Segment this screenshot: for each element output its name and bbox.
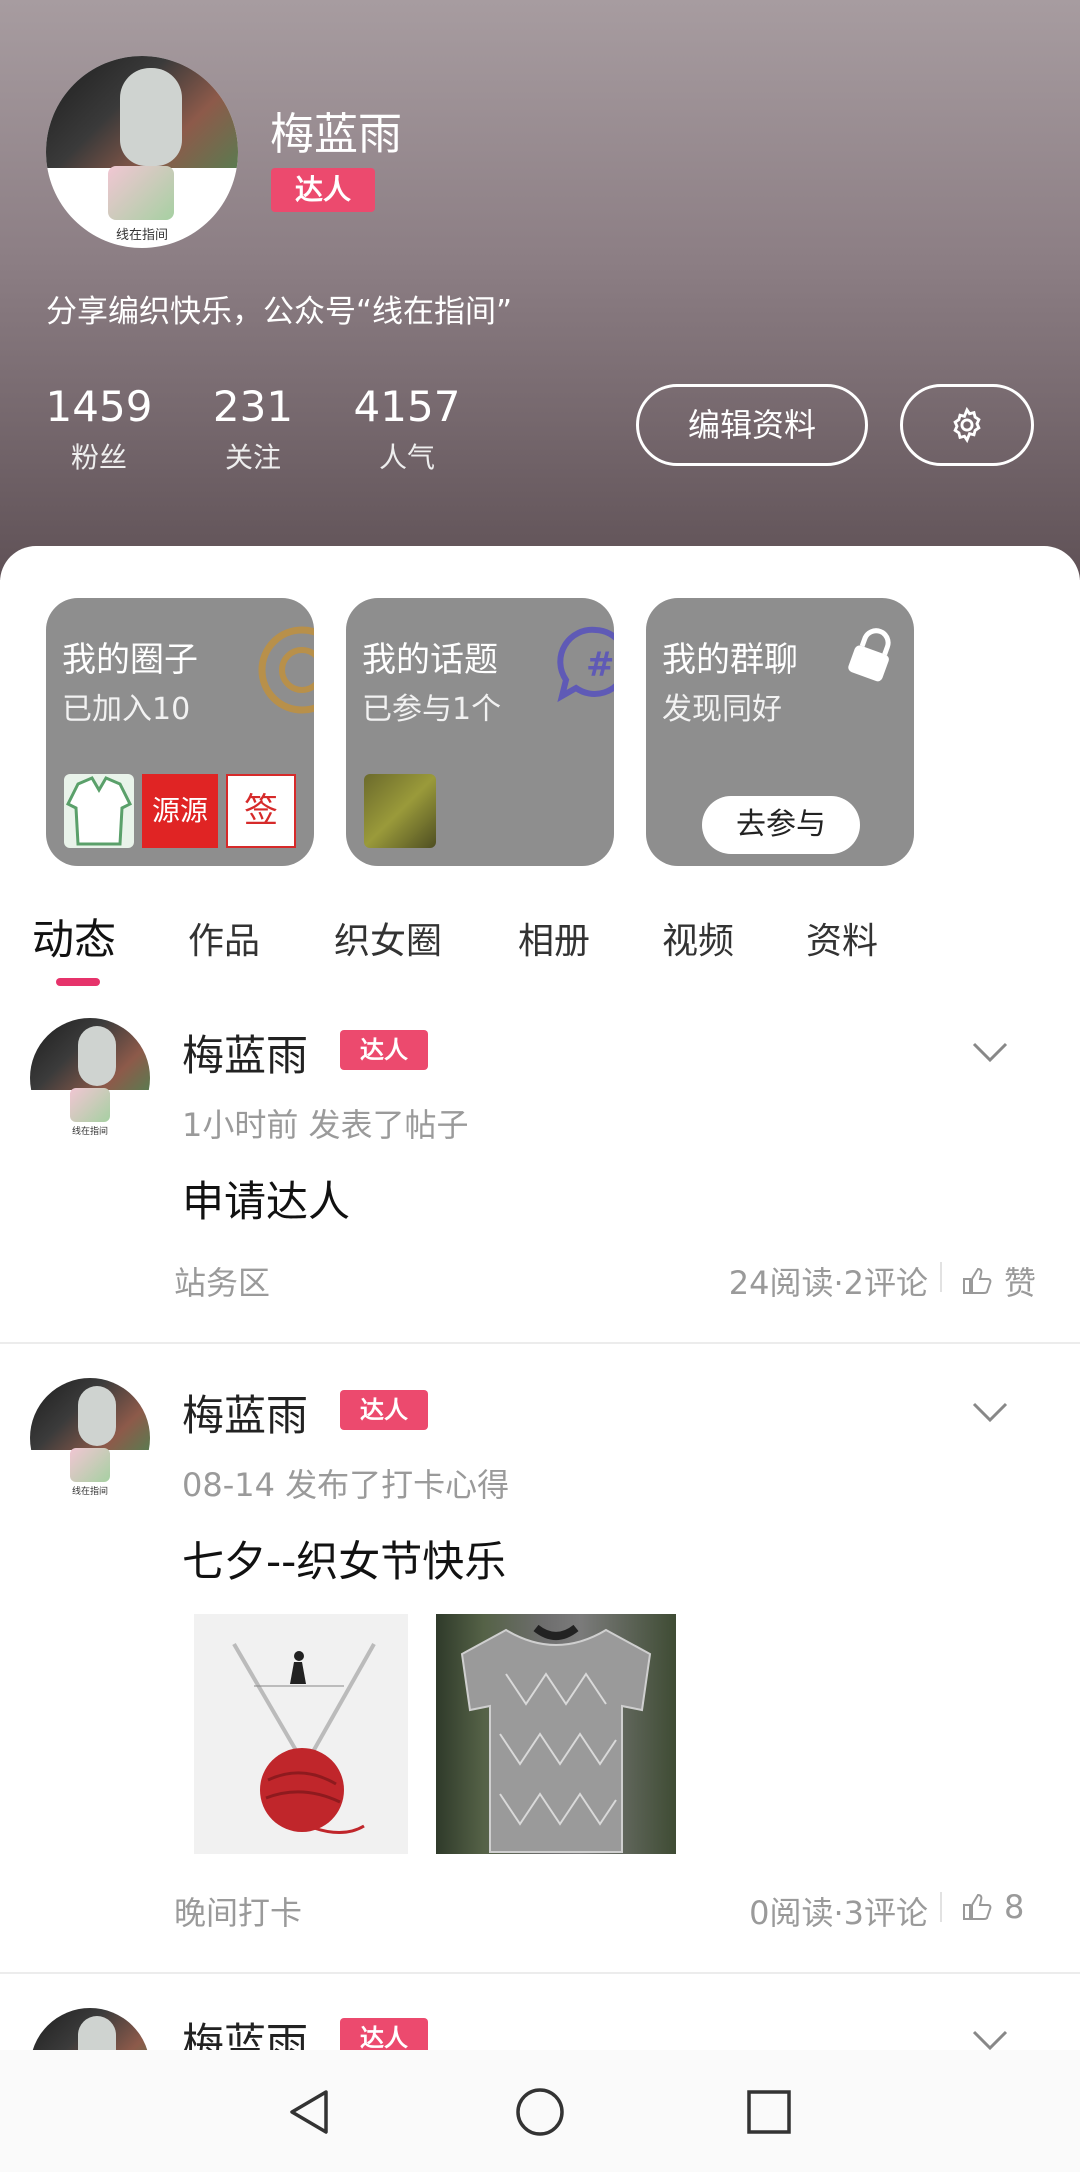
card-subtitle: 已加入10 bbox=[62, 692, 191, 727]
profile-name: 梅蓝雨 bbox=[270, 109, 402, 160]
card-subtitle: 发现同好 bbox=[662, 692, 782, 727]
gear-icon bbox=[953, 406, 981, 444]
active-tab-indicator bbox=[56, 978, 100, 986]
popularity-count: 4157 bbox=[353, 382, 461, 431]
thumb-cardigan bbox=[64, 774, 134, 848]
followers-label: 粉丝 bbox=[70, 441, 127, 474]
back-icon[interactable] bbox=[284, 2086, 334, 2138]
profile-header: 线在指间 梅蓝雨 达人 分享编织快乐，公众号“线在指间” 1459 粉丝 231… bbox=[0, 0, 1080, 580]
thumbs-up-icon bbox=[963, 1267, 992, 1294]
post-category[interactable]: 站务区 bbox=[174, 1258, 270, 1304]
lock-icon bbox=[848, 628, 891, 682]
like-button[interactable]: 8 bbox=[960, 1888, 1024, 1926]
home-icon[interactable] bbox=[514, 2086, 566, 2138]
card-subtitle: 已参与1个 bbox=[362, 692, 502, 727]
settings-button[interactable] bbox=[900, 384, 1034, 466]
thumbs-up-icon bbox=[963, 1893, 992, 1920]
post-image-yarn[interactable] bbox=[194, 1614, 408, 1854]
stat-popularity: 4157 人气 bbox=[332, 382, 482, 476]
card-title: 我的群聊 bbox=[662, 640, 798, 680]
tab-dynamics[interactable]: 动态 bbox=[32, 906, 116, 967]
post-title[interactable]: 七夕--织女节快乐 bbox=[182, 1528, 506, 1589]
expert-badge: 达人 bbox=[271, 168, 375, 212]
stat-followers[interactable]: 1459 粉丝 bbox=[24, 382, 174, 476]
thumb-sign: 签 bbox=[226, 774, 296, 848]
following-label: 关注 bbox=[224, 441, 281, 474]
divider bbox=[940, 1262, 942, 1292]
post-author[interactable]: 梅蓝雨 bbox=[182, 1022, 308, 1083]
following-count: 231 bbox=[212, 382, 294, 431]
avatar-caption: 线在指间 bbox=[115, 228, 168, 243]
avatar-caption: 线在指间 bbox=[71, 1127, 108, 1137]
post-divider bbox=[0, 1342, 1080, 1344]
card-title: 我的话题 bbox=[362, 640, 498, 680]
tab-weaver-circle[interactable]: 织女圈 bbox=[334, 912, 442, 964]
system-nav-bar bbox=[0, 2050, 1080, 2172]
avatar-caption: 线在指间 bbox=[71, 1487, 108, 1497]
post-meta: 1小时前 发表了帖子 bbox=[182, 1106, 469, 1144]
hashtag-chat-icon: # bbox=[557, 626, 614, 703]
like-count: 8 bbox=[1004, 1888, 1025, 1926]
expert-badge: 达人 bbox=[340, 1030, 428, 1070]
tab-works[interactable]: 作品 bbox=[188, 912, 260, 964]
post-title[interactable]: 申请达人 bbox=[182, 1168, 350, 1229]
popularity-label: 人气 bbox=[378, 441, 435, 474]
divider bbox=[940, 1892, 942, 1922]
thumb-yuanyuan: 源源 bbox=[142, 774, 218, 848]
post-avatar[interactable]: 线在指间 bbox=[30, 1378, 150, 1498]
post-meta: 08-14 发布了打卡心得 bbox=[182, 1466, 510, 1504]
tab-album[interactable]: 相册 bbox=[518, 912, 590, 964]
svg-text:#: # bbox=[586, 645, 614, 685]
card-my-groups[interactable]: 我的群聊 发现同好 去参与 bbox=[646, 598, 914, 866]
post-stats: 0阅读·3评论 bbox=[749, 1894, 928, 1932]
expert-badge: 达人 bbox=[340, 1390, 428, 1430]
tab-profile-info[interactable]: 资料 bbox=[806, 912, 878, 964]
stat-following[interactable]: 231 关注 bbox=[178, 382, 328, 476]
card-my-topics[interactable]: 我的话题 已参与1个 # bbox=[346, 598, 614, 866]
profile-bio: 分享编织快乐，公众号“线在指间” bbox=[46, 294, 513, 330]
post-stats: 24阅读·2评论 bbox=[728, 1264, 928, 1302]
chevron-down-icon[interactable] bbox=[970, 1400, 1010, 1424]
recents-icon[interactable] bbox=[744, 2086, 794, 2138]
post-avatar[interactable]: 线在指间 bbox=[30, 1018, 150, 1138]
card-title: 我的圈子 bbox=[62, 640, 198, 680]
edit-profile-button[interactable]: 编辑资料 bbox=[636, 384, 868, 466]
chevron-down-icon[interactable] bbox=[970, 1040, 1010, 1064]
profile-avatar[interactable]: 线在指间 bbox=[46, 56, 238, 248]
post-image-sweater[interactable] bbox=[436, 1614, 676, 1854]
post-category[interactable]: 晚间打卡 bbox=[174, 1888, 302, 1934]
join-button[interactable]: 去参与 bbox=[702, 796, 860, 854]
chevron-down-icon[interactable] bbox=[970, 2028, 1010, 2052]
post-author[interactable]: 梅蓝雨 bbox=[182, 1382, 308, 1443]
followers-count: 1459 bbox=[45, 382, 153, 431]
like-label: 赞 bbox=[1004, 1264, 1037, 1302]
thumb-topic-image bbox=[364, 774, 436, 848]
tab-video[interactable]: 视频 bbox=[662, 912, 734, 964]
post-divider bbox=[0, 1972, 1080, 1974]
circle-icon bbox=[258, 626, 314, 714]
like-button[interactable]: 赞 bbox=[960, 1258, 1036, 1304]
card-my-circles[interactable]: 我的圈子 已加入10 源源 签 bbox=[46, 598, 314, 866]
